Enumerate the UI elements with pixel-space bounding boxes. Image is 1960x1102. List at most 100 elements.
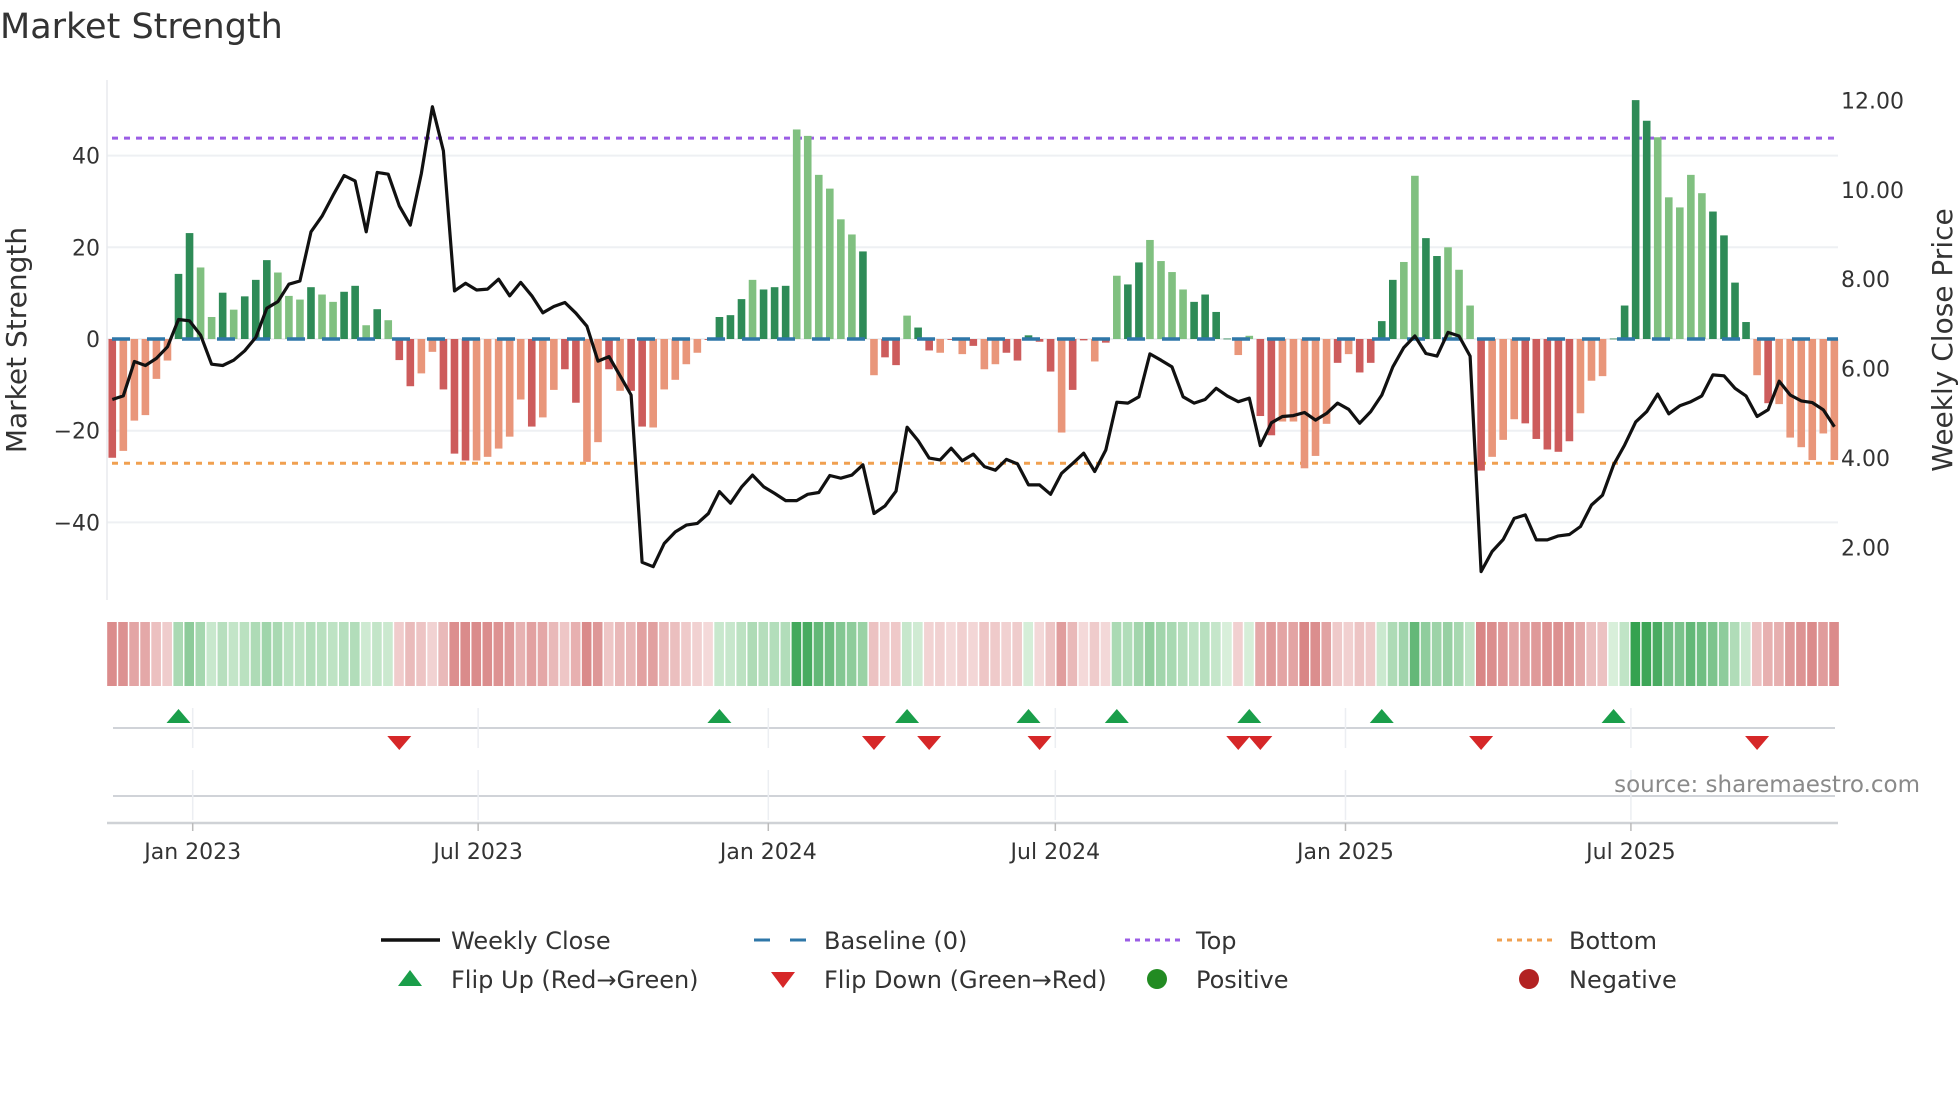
bar-negative [1256, 339, 1265, 417]
heat-cell [1531, 622, 1541, 686]
heat-cell [1553, 622, 1563, 686]
bar-positive [1422, 238, 1430, 339]
heat-cell [1266, 622, 1276, 686]
heat-cell [879, 622, 890, 686]
flip-down-icon [861, 736, 886, 750]
heat-cell [1542, 622, 1552, 686]
heat-cell [659, 622, 669, 686]
bar-positive [362, 325, 370, 339]
heat-cell [703, 622, 713, 686]
heat-cell [979, 622, 989, 686]
bar-negative [660, 339, 669, 390]
circle-positive-icon [1147, 969, 1167, 989]
heat-cell [1498, 622, 1508, 686]
bar-positive [1664, 197, 1673, 339]
bar-negative [1565, 339, 1574, 442]
heat-cell [692, 622, 702, 686]
source-credit: source: sharemaestro.com [1614, 772, 1920, 798]
heat-cell [228, 622, 239, 686]
y-tick-label: 20 [72, 236, 100, 261]
heat-cell [824, 622, 835, 686]
heat-cell [1166, 622, 1177, 686]
bar-positive [770, 287, 779, 339]
heat-cell [526, 622, 537, 686]
heat-cell [1155, 622, 1166, 686]
legend-label-bottom: Bottom [1569, 927, 1657, 955]
bar-positive [1400, 261, 1408, 339]
heat-cell [1122, 622, 1133, 686]
bar-negative [1830, 339, 1839, 461]
y-tick-label: 0 [86, 328, 100, 353]
y-right-tick-label: 4.00 [1841, 447, 1890, 472]
bar-negative [1488, 339, 1496, 457]
heat-cell [1652, 622, 1663, 686]
bar-positive [1212, 311, 1220, 339]
heat-cell [1586, 622, 1596, 686]
heat-cell [394, 622, 404, 686]
heat-cell [1453, 622, 1464, 686]
bar-negative [1808, 339, 1817, 461]
bar-positive [351, 285, 359, 339]
bar-positive [759, 289, 768, 339]
heat-cell [1222, 622, 1232, 686]
heat-cell [1111, 622, 1122, 686]
heat-cell [449, 622, 459, 686]
bar-negative [1300, 339, 1309, 469]
bar-negative [550, 339, 558, 390]
flip-down-icon [387, 736, 412, 750]
heat-cell [206, 622, 217, 686]
y-axis-label: Market Strength [0, 227, 33, 453]
heat-cell [1343, 622, 1354, 686]
heat-cell [1387, 622, 1398, 686]
y-tick-label: 40 [72, 145, 100, 170]
heat-cell [725, 622, 735, 686]
heat-cell [626, 622, 636, 686]
heat-cell [460, 622, 471, 686]
heat-cell [1023, 622, 1034, 686]
heat-cell [614, 622, 625, 686]
bar-negative [1289, 339, 1298, 422]
bar-positive [229, 309, 238, 339]
heat-cell [1564, 622, 1574, 686]
flip-down-icon [1226, 736, 1251, 750]
heat-cell [791, 622, 802, 686]
bar-positive [1411, 175, 1419, 339]
heat-cell [1763, 622, 1773, 686]
heat-cell [1442, 622, 1453, 686]
bar-negative [527, 339, 536, 427]
bar-positive [1444, 247, 1452, 339]
bar-negative [892, 339, 900, 366]
heat-cell [493, 622, 504, 686]
heat-cell [1133, 622, 1144, 686]
bar-negative [141, 339, 150, 416]
flip-down-icon [1469, 736, 1494, 750]
bar-positive [1720, 235, 1728, 339]
flip-down-icon [1027, 736, 1052, 750]
y-axis-left: −40 −20 0 20 40 [54, 145, 100, 537]
heat-cell [1509, 622, 1519, 686]
bar-positive [207, 316, 216, 339]
heat-cell [1255, 622, 1265, 686]
heat-cell [438, 622, 448, 686]
heat-cell [1729, 622, 1740, 686]
heat-cell [769, 622, 780, 686]
heat-cell [747, 622, 758, 686]
heat-cell [305, 622, 316, 686]
bar-positive [803, 135, 812, 339]
bar-negative [561, 339, 569, 370]
heat-cell [1641, 622, 1652, 686]
heat-cell [1774, 622, 1784, 686]
heat-cell [637, 622, 647, 686]
bar-negative [439, 339, 448, 390]
bar-positive [1433, 256, 1441, 339]
bar-negative [1366, 339, 1375, 363]
heat-cell [603, 622, 614, 686]
bar-positive [1631, 100, 1640, 340]
heat-cell [736, 622, 746, 686]
heat-cell [813, 622, 824, 686]
bar-positive [1620, 305, 1629, 339]
flip-up-icon [707, 709, 732, 723]
x-tick-label: Jul 2025 [1584, 840, 1676, 865]
heat-cell [1487, 622, 1497, 686]
heat-cell [383, 622, 393, 686]
